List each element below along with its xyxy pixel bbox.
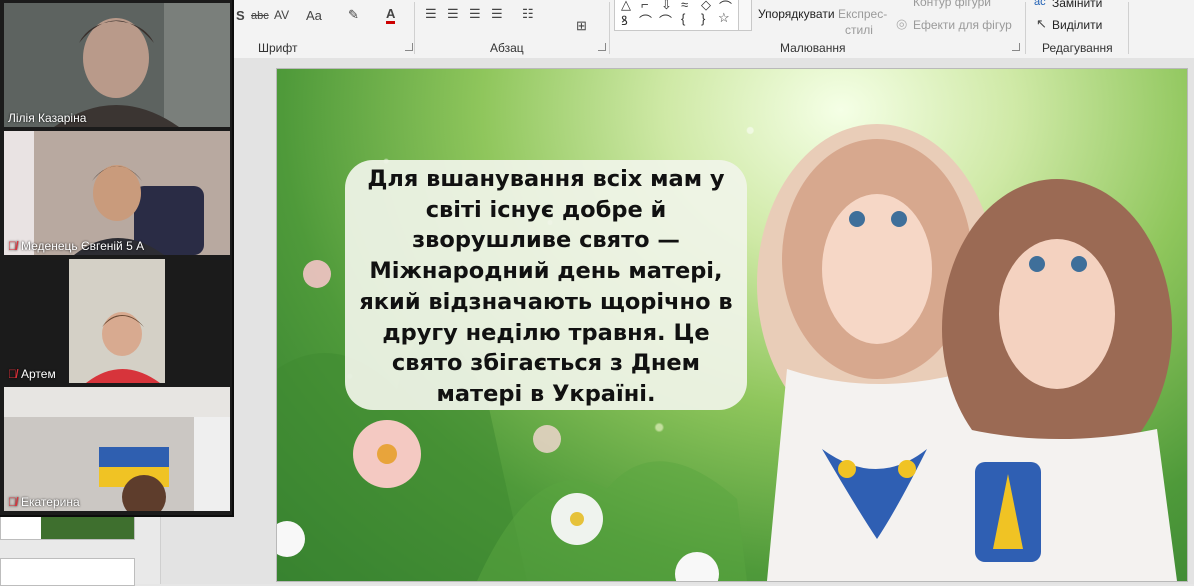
slide-text[interactable]: Для вшанування всіх мам у світі існує до… xyxy=(355,164,737,410)
participant-video xyxy=(4,387,230,511)
font-dialog-launcher[interactable] xyxy=(405,43,413,51)
participant-name-label: 🎙̸ Меденець Євгеній 5 А xyxy=(8,239,145,253)
shape-effects-icon: ◎ xyxy=(896,16,908,31)
participant-video xyxy=(4,259,230,383)
bracket-shape-icon[interactable]: ⌒ xyxy=(659,11,672,30)
participant-tile[interactable]: 🎙̸ Екатерина xyxy=(4,387,230,511)
shape-outline-button[interactable]: Контур фігури xyxy=(913,0,991,9)
girl-right-illustration xyxy=(942,179,1177,581)
right-brace-icon[interactable]: } xyxy=(701,11,705,26)
font-group-label: Шрифт xyxy=(258,41,298,55)
shadow-button[interactable]: S xyxy=(236,8,245,23)
replace-icon: ac xyxy=(1034,0,1046,8)
shapes-gallery[interactable]: △ ⌐ ⇩ ≈ ◇ ⌒ ꝸ ⌒ ⌒ { } ☆ xyxy=(614,0,740,31)
editing-group-label: Редагування xyxy=(1042,41,1113,55)
participant-name-label: Лілія Казаріна xyxy=(8,111,87,125)
mic-muted-icon: 🎙̸ xyxy=(8,495,17,509)
drawing-dialog-launcher[interactable] xyxy=(1012,43,1020,51)
participant-name-label: 🎙̸ Артем xyxy=(8,367,56,381)
columns-icon[interactable]: ☷ xyxy=(522,6,534,22)
slide-text-line: Для вшанування всіх мам у xyxy=(367,166,725,192)
star-shape-icon[interactable]: ☆ xyxy=(718,10,730,26)
participant-video xyxy=(4,131,230,255)
strikethrough-button[interactable]: abc xyxy=(251,10,269,22)
slide-text-line: свято збігається з Днем xyxy=(391,350,701,377)
replace-button[interactable]: Замінити xyxy=(1052,0,1102,10)
slide-text-line: світі існує добре й xyxy=(425,196,667,223)
quick-styles-button[interactable]: Експрес- xyxy=(838,7,887,21)
mic-muted-icon: 🎙̸ xyxy=(8,239,17,253)
justify-icon[interactable]: ☰ xyxy=(491,6,503,22)
highlight-icon[interactable]: ✎ xyxy=(348,7,359,23)
shape-effects-button[interactable]: Ефекти для фігур xyxy=(913,18,1012,32)
participant-name-label: 🎙̸ Екатерина xyxy=(8,495,80,509)
paragraph-group-label: Абзац xyxy=(490,41,524,55)
pink-flower-icon xyxy=(353,420,421,488)
participant-tile[interactable]: 🎙̸ Артем xyxy=(4,259,230,383)
align-left-icon[interactable]: ☰ xyxy=(425,6,437,22)
quick-styles-button-line2[interactable]: стилі xyxy=(845,23,873,37)
change-case-button[interactable]: Aa xyxy=(306,8,322,23)
select-cursor-icon: ↖ xyxy=(1036,16,1047,31)
drawing-group-label: Малювання xyxy=(780,41,846,55)
slide-text-line: який відзначають щорічно в xyxy=(359,288,733,315)
paragraph-dialog-launcher[interactable] xyxy=(598,43,606,51)
character-spacing-button[interactable]: AV xyxy=(274,8,289,22)
slide-text-line: матері в Україні. xyxy=(436,380,656,407)
select-button[interactable]: Виділити xyxy=(1052,18,1102,32)
arc-shape-icon[interactable]: ⌒ xyxy=(639,11,652,30)
participant-tile[interactable]: 🎙̸ Меденець Євгеній 5 А xyxy=(4,131,230,255)
left-brace-icon[interactable]: { xyxy=(681,11,685,26)
shapes-gallery-scroll[interactable] xyxy=(738,0,752,31)
slide-text-line: зворушливе свято — xyxy=(412,227,680,254)
arrange-button[interactable]: Упорядкувати xyxy=(758,7,835,21)
slide-text-line: Міжнародний день матері, xyxy=(369,258,723,285)
participant-video xyxy=(4,3,230,127)
mic-muted-icon: 🎙̸ xyxy=(8,367,17,381)
slide-canvas[interactable]: Для вшанування всіх мам у світі існує до… xyxy=(276,68,1188,582)
participant-tile[interactable]: Лілія Казаріна xyxy=(4,3,230,127)
slide-text-line: другу неділю травня. Це xyxy=(382,319,710,346)
slide-thumbnail[interactable] xyxy=(0,558,135,586)
smartart-icon[interactable]: ⊞ xyxy=(576,18,587,34)
flag-icon xyxy=(99,447,169,467)
font-color-button[interactable]: A xyxy=(386,7,396,24)
video-gallery-panel: Лілія Казаріна 🎙̸ Меденець Євгеній 5 А 🎙̸… xyxy=(0,0,234,517)
align-right-icon[interactable]: ☰ xyxy=(469,6,481,22)
align-center-icon[interactable]: ☰ xyxy=(447,6,459,22)
curve-shape-icon[interactable]: ꝸ xyxy=(621,11,628,29)
